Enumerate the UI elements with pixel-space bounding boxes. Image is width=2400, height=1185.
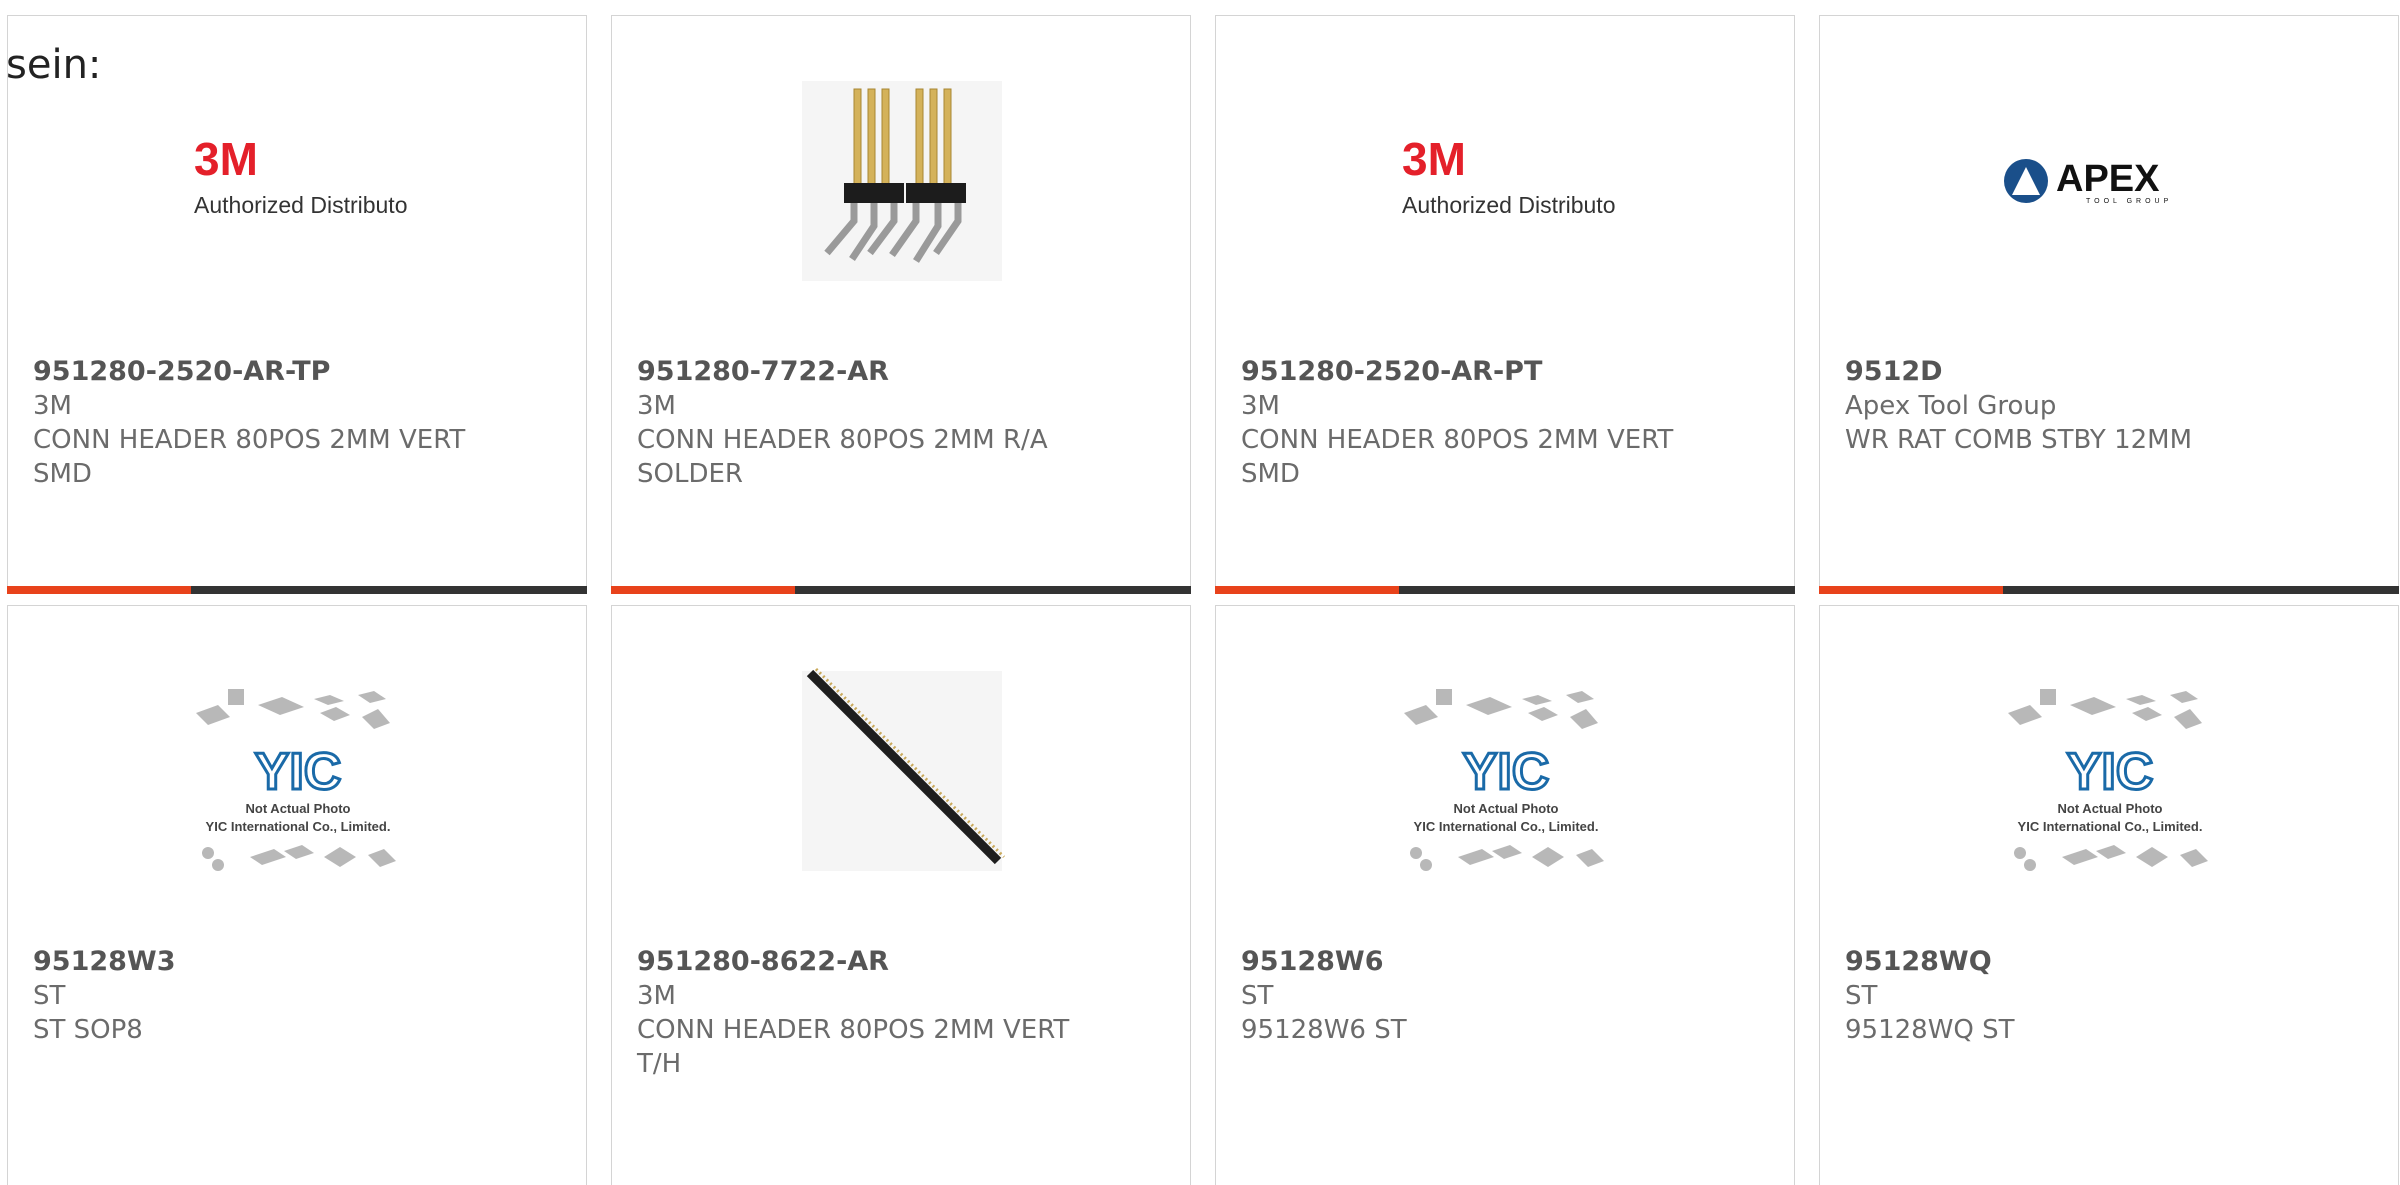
brand-name: 3M [637, 391, 676, 421]
brand-name: 3M [33, 391, 72, 421]
3m-authorized-distributor-logo: 3M Authorized Distributor [1402, 133, 1616, 218]
placeholder-line1: Not Actual Photo [246, 801, 351, 816]
yic-logo: YIC [2067, 743, 2154, 801]
card-accent-bar [1215, 586, 1795, 594]
brand-name: 3M [637, 981, 676, 1011]
not-actual-photo-placeholder: YIC Not Actual Photo YIC International C… [196, 689, 396, 871]
product-description: CONN HEADER 80POS 2MM R/A SOLDER [637, 425, 1048, 489]
part-number[interactable]: 95128WQ [1845, 945, 2378, 979]
not-actual-photo-placeholder: YIC Not Actual Photo YIC International C… [1404, 689, 1604, 871]
pin-strip-photo [802, 667, 1006, 871]
part-number[interactable]: 951280-2520-AR-TP [33, 355, 566, 389]
part-number[interactable]: 95128W3 [33, 945, 566, 979]
product-description: WR RAT COMB STBY 12MM [1845, 425, 2193, 455]
logo-mark: 3M [1402, 133, 1466, 185]
product-description: CONN HEADER 80POS 2MM VERT T/H [637, 1015, 1070, 1079]
brand-name: ST [33, 981, 66, 1011]
product-card[interactable]: YIC Not Actual Photo YIC International C… [7, 605, 587, 1185]
product-description: 95128W6 ST [1241, 1015, 1407, 1045]
yic-logo: YIC [255, 743, 342, 801]
logo-tagline: Authorized Distributor [194, 192, 408, 218]
placeholder-line2: YIC International Co., Limited. [1414, 819, 1599, 834]
product-card[interactable]: 951280-7722-AR 3M CONN HEADER 80POS 2MM … [611, 15, 1191, 594]
part-number[interactable]: 951280-2520-AR-PT [1241, 355, 1774, 389]
brand-name: Apex Tool Group [1845, 391, 2057, 421]
card-accent-bar [1819, 586, 2399, 594]
logo-name: APEX [2056, 158, 2160, 200]
product-grid: 3M Authorized Distributor 951280-2520-AR… [0, 0, 2400, 1185]
card-accent-bar [7, 586, 587, 594]
card-accent-bar [611, 586, 1191, 594]
brand-name: ST [1241, 981, 1274, 1011]
part-number[interactable]: 9512D [1845, 355, 2378, 389]
product-description: 95128WQ ST [1845, 1015, 2015, 1045]
page-heading-fragment: sein: [6, 42, 102, 88]
placeholder-line1: Not Actual Photo [2058, 801, 2163, 816]
product-card[interactable]: 3M Authorized Distributor 951280-2520-AR… [7, 15, 587, 594]
product-card[interactable]: 951280-8622-AR 3M CONN HEADER 80POS 2MM … [611, 605, 1191, 1185]
product-card[interactable]: YIC Not Actual Photo YIC International C… [1215, 605, 1795, 1185]
product-card[interactable]: YIC Not Actual Photo YIC International C… [1819, 605, 2399, 1185]
part-number[interactable]: 95128W6 [1241, 945, 1774, 979]
product-description: CONN HEADER 80POS 2MM VERT SMD [33, 425, 466, 489]
logo-tagline: Authorized Distributor [1402, 192, 1616, 218]
apex-tool-group-logo: APEX TOOL GROUP [2004, 158, 2172, 205]
pin-header-photo [802, 81, 1002, 281]
yic-logo: YIC [1463, 743, 1550, 801]
placeholder-line2: YIC International Co., Limited. [2018, 819, 2203, 834]
logo-sub: TOOL GROUP [2086, 198, 2172, 205]
logo-mark: 3M [194, 133, 258, 185]
product-description: ST SOP8 [33, 1015, 143, 1045]
placeholder-line1: Not Actual Photo [1454, 801, 1559, 816]
brand-name: ST [1845, 981, 1878, 1011]
not-actual-photo-placeholder: YIC Not Actual Photo YIC International C… [2008, 689, 2208, 871]
3m-authorized-distributor-logo: 3M Authorized Distributor [194, 133, 408, 218]
part-number[interactable]: 951280-8622-AR [637, 945, 1170, 979]
brand-name: 3M [1241, 391, 1280, 421]
product-card[interactable]: APEX TOOL GROUP 9512D Apex Tool Group WR… [1819, 15, 2399, 594]
placeholder-line2: YIC International Co., Limited. [206, 819, 391, 834]
product-description: CONN HEADER 80POS 2MM VERT SMD [1241, 425, 1674, 489]
part-number[interactable]: 951280-7722-AR [637, 355, 1170, 389]
product-card[interactable]: 3M Authorized Distributor 951280-2520-AR… [1215, 15, 1795, 594]
